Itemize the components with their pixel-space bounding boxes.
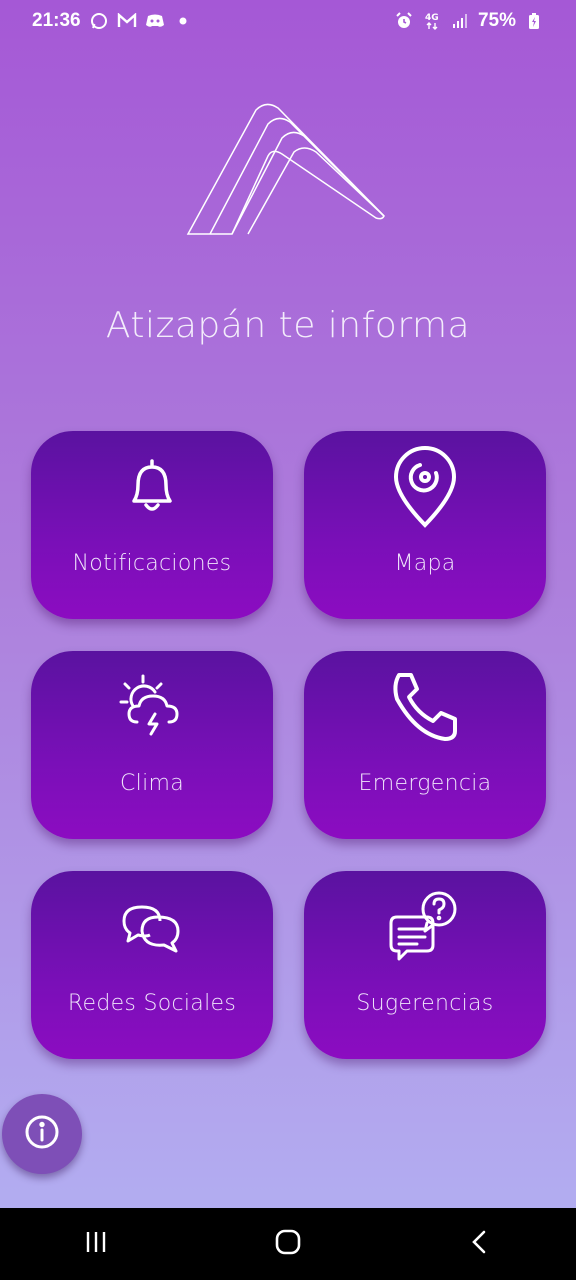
- whatsapp-icon: [89, 11, 109, 31]
- signal-icon: [450, 11, 470, 31]
- recents-icon: [83, 1229, 109, 1259]
- more-dot-icon: [173, 11, 193, 31]
- svg-text:4G: 4G: [425, 13, 439, 23]
- tile-label: Notificaciones: [72, 551, 232, 576]
- tile-label: Emergencia: [358, 771, 492, 796]
- battery-icon: [524, 11, 544, 31]
- info-icon: [24, 1114, 60, 1154]
- home-icon: [274, 1228, 302, 1260]
- map-pin-icon: [385, 446, 465, 528]
- sugerencias-button[interactable]: Sugerencias: [304, 871, 546, 1059]
- tile-label: Clima: [120, 771, 184, 796]
- status-left: 21:36: [32, 10, 193, 32]
- 4g-data-icon: 4G: [422, 11, 442, 31]
- system-nav-bar: [0, 1208, 576, 1280]
- status-time: 21:36: [32, 10, 81, 31]
- emergencia-button[interactable]: Emergencia: [304, 651, 546, 839]
- home-button[interactable]: [258, 1214, 318, 1274]
- notificaciones-button[interactable]: Notificaciones: [31, 431, 273, 619]
- tile-label: Redes Sociales: [67, 991, 237, 1016]
- discord-icon: [145, 11, 165, 31]
- alarm-icon: [394, 11, 414, 31]
- app-logo: [186, 100, 386, 240]
- status-bar: 21:36 4G 75%: [0, 0, 576, 42]
- redes-sociales-button[interactable]: Redes Sociales: [31, 871, 273, 1059]
- phone-icon: [385, 667, 465, 747]
- mapa-button[interactable]: Mapa: [304, 431, 546, 619]
- battery-percent: 75%: [477, 10, 516, 31]
- status-right: 4G 75%: [394, 10, 544, 32]
- gmail-icon: [117, 11, 137, 31]
- question-chat-icon: [385, 887, 465, 967]
- bell-icon: [112, 447, 192, 527]
- tile-label: Sugerencias: [356, 991, 494, 1016]
- clima-button[interactable]: Clima: [31, 651, 273, 839]
- weather-icon: [112, 667, 192, 747]
- info-button[interactable]: [2, 1094, 82, 1174]
- app-title: Atizapán te informa: [105, 305, 471, 346]
- back-icon: [467, 1229, 493, 1259]
- back-button[interactable]: [450, 1214, 510, 1274]
- recents-button[interactable]: [66, 1214, 126, 1274]
- tile-label: Mapa: [394, 551, 456, 576]
- chat-bubbles-icon: [112, 887, 192, 967]
